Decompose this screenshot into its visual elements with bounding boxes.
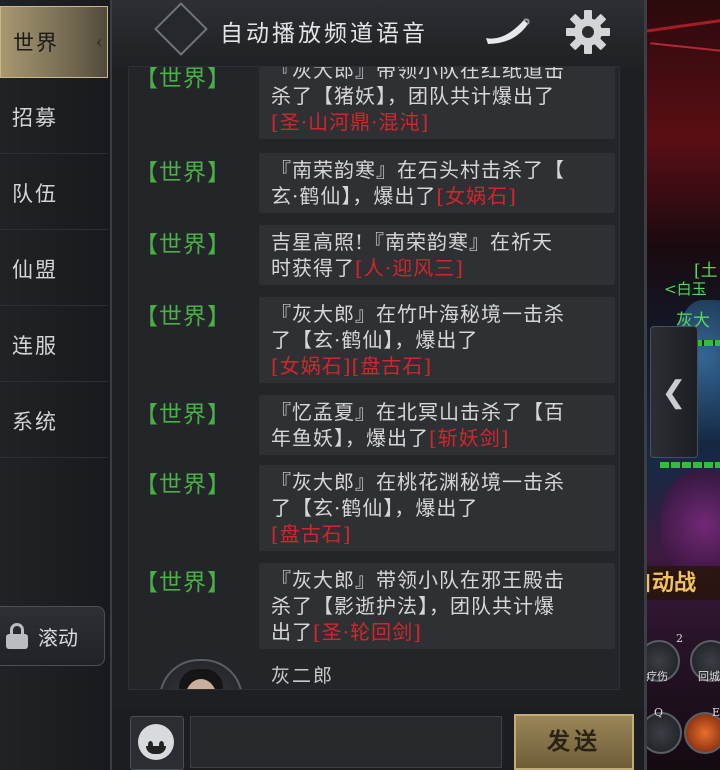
chat-input-bar: 发送 <box>112 708 644 770</box>
scroll-lock-toggle[interactable]: 滚动 <box>0 606 105 666</box>
player-name-fragment: <白玉 <box>664 280 707 298</box>
message-text: 出了 <box>271 620 313 644</box>
tab-cross-server[interactable]: 连服 <box>0 310 108 382</box>
message-text: 『灰大郎』在竹叶海秘境一击杀 <box>271 302 565 326</box>
message-text: 杀了【影逝护法】，团队共计爆 <box>271 594 555 618</box>
health-bar <box>660 462 720 468</box>
message-bubble: 『灰大郎』在桃花渊秘境一击杀 了【玄·鹤仙】，爆出了 [盘古石] <box>259 465 615 551</box>
message-bubble: 『灰大郎』在竹叶海秘境一击杀 了【玄·鹤仙】，爆出了 [女娲石][盘古石] <box>259 297 615 383</box>
gear-icon[interactable] <box>564 8 612 56</box>
collapse-chat-button[interactable]: ❮ <box>650 326 698 458</box>
avatar[interactable] <box>159 659 243 689</box>
sender-name[interactable]: 灰二郎 <box>271 661 334 688</box>
message-bubble: 『灰大郎』带领小队在邪王殿击 杀了【影逝护法】，团队共计爆 出了[圣·轮回剑] <box>259 563 615 649</box>
chat-header: 自动播放频道语音 <box>112 0 644 66</box>
tab-label: 队伍 <box>12 182 58 206</box>
message-text: 玄·鹤仙】，爆出了 <box>271 184 437 208</box>
send-button[interactable]: 发送 <box>514 714 634 770</box>
channel-tag: 【世界】 <box>135 232 231 258</box>
tab-label: 连服 <box>12 334 58 358</box>
tab-system[interactable]: 系统 <box>0 386 108 458</box>
chat-message-list[interactable]: 【世界】 『灰大郎』带领小队在红纸道击 杀了【猪妖】，团队共计爆出了 [圣·山河… <box>128 66 620 690</box>
tab-label: 仙盟 <box>12 258 58 282</box>
item-link[interactable]: [人·迎风三] <box>355 256 464 280</box>
skill-label: 疗伤 <box>646 670 668 683</box>
skill-key-label: 2 <box>676 632 683 645</box>
message-text: 吉星高照!『南荣韵寒』在祈天 <box>271 230 554 254</box>
tab-label: 招募 <box>12 106 58 130</box>
item-link[interactable]: [女娲石][盘古石] <box>271 353 605 379</box>
tab-guild[interactable]: 仙盟 <box>0 234 108 306</box>
diamond-ornament-icon <box>154 2 208 56</box>
message-text: 『灰大郎』在桃花渊秘境一击杀 <box>271 470 565 494</box>
message-text: 『忆孟夏』在北冥山击杀了【百 <box>271 400 565 424</box>
tab-team[interactable]: 队伍 <box>0 158 108 230</box>
chat-panel: 自动播放频道语音 【世界】 『灰大郎』带领小队在红纸道击 杀了【猪妖】，团队共计… <box>110 0 647 770</box>
tab-label: 系统 <box>12 410 58 434</box>
chevron-left-icon: ‹ <box>95 32 105 53</box>
channel-tag: 【世界】 <box>135 160 231 186</box>
channel-tag: 【世界】 <box>135 472 231 498</box>
tab-label: 世界 <box>13 31 59 55</box>
message-text: 『灰大郎』带领小队在红纸道击 <box>271 66 565 82</box>
tab-recruit[interactable]: 招募 <box>0 82 108 154</box>
channel-sidebar: 世界 ‹ 招募 队伍 仙盟 连服 系统 滚动 <box>0 0 111 770</box>
auto-play-voice-title: 自动播放频道语音 <box>220 21 428 47</box>
message-text: 杀了【猪妖】，团队共计爆出了 <box>271 84 555 108</box>
channel-tag: 【世界】 <box>135 570 231 596</box>
item-link[interactable]: [圣·轮回剑] <box>313 620 422 644</box>
message-text: 『灰大郎』带领小队在邪王殿击 <box>271 568 565 592</box>
tab-world[interactable]: 世界 ‹ <box>0 6 108 78</box>
item-link[interactable]: [斩妖剑] <box>429 426 510 450</box>
scroll-label: 滚动 <box>38 625 78 650</box>
item-link[interactable]: [盘古石] <box>271 521 605 547</box>
skill-key-label: E <box>712 706 720 719</box>
skill-key-label: Q <box>654 706 664 719</box>
channel-tag: 【世界】 <box>135 304 231 330</box>
message-bubble: 『灰大郎』带领小队在红纸道击 杀了【猪妖】，团队共计爆出了 [圣·山河鼎·混沌] <box>259 66 615 139</box>
chevron-left-icon: ❮ <box>661 374 687 410</box>
message-bubble: 『忆孟夏』在北冥山击杀了【百 年鱼妖】，爆出了[斩妖剑] <box>259 395 615 455</box>
lock-icon <box>6 623 30 649</box>
channel-tag: 【世界】 <box>135 402 231 428</box>
message-bubble: 『南荣韵寒』在石头村击杀了【 玄·鹤仙】，爆出了[女娲石] <box>259 153 615 213</box>
chat-text-input[interactable] <box>190 716 502 768</box>
skill-label: 回城 <box>698 670 720 683</box>
effect-slash <box>640 13 720 34</box>
message-text: 了【玄·鹤仙】，爆出了 <box>271 328 479 352</box>
emoji-button[interactable] <box>130 716 184 770</box>
smiley-icon <box>138 724 174 760</box>
item-link[interactable]: [圣·山河鼎·混沌] <box>271 109 605 135</box>
message-bubble: 吉星高照!『南荣韵寒』在祈天 时获得了[人·迎风三] <box>259 225 615 285</box>
message-text: 时获得了 <box>271 256 355 280</box>
message-text: 年鱼妖】，爆出了 <box>271 426 429 450</box>
horn-icon[interactable] <box>484 16 530 46</box>
message-text: 『南荣韵寒』在石头村击杀了【 <box>271 158 565 182</box>
message-text: 了【玄·鹤仙】，爆出了 <box>271 496 479 520</box>
channel-tag: 【世界】 <box>135 66 231 92</box>
item-link[interactable]: [女娲石] <box>436 184 517 208</box>
effect-slash <box>650 42 720 56</box>
game-monster-sprite <box>660 470 720 580</box>
